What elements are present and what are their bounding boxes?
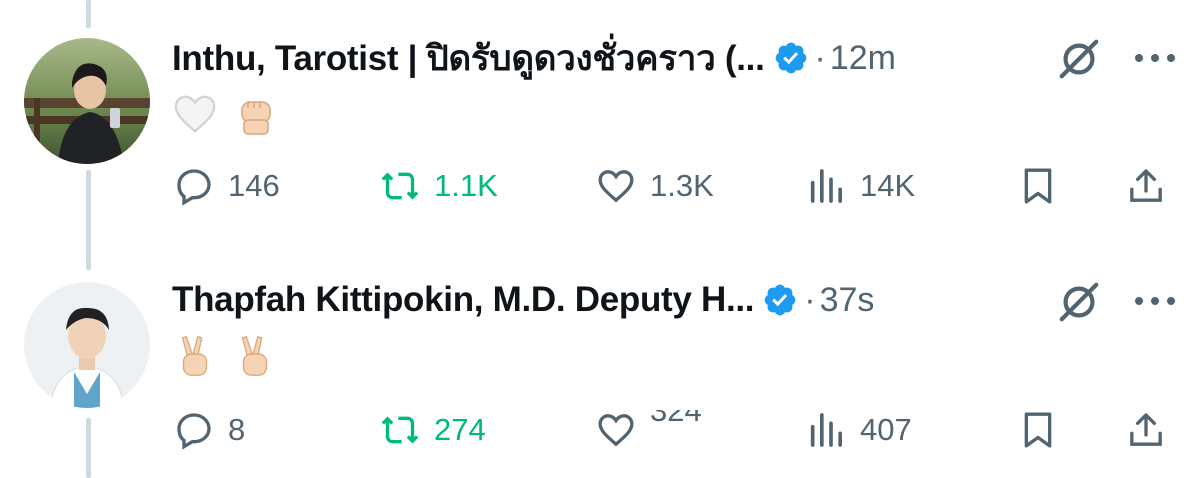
verified-badge-icon <box>764 284 796 316</box>
timestamp[interactable]: 12m <box>830 39 896 78</box>
raised-fist-emoji <box>241 101 271 135</box>
repost-button[interactable]: 274 <box>380 400 486 460</box>
reply-count: 8 <box>228 412 246 447</box>
post[interactable]: Inthu, Tarotist | ปิดรับดูดวงชั่วคราว (.… <box>0 0 1200 230</box>
separator: · <box>814 38 826 77</box>
bookmark-icon <box>1024 168 1052 204</box>
reply-count: 146 <box>228 168 280 203</box>
bookmark-button[interactable] <box>1018 156 1058 216</box>
avatar[interactable] <box>24 282 150 408</box>
repost-icon <box>381 172 419 200</box>
repost-icon <box>381 416 419 444</box>
verified-badge-icon <box>775 42 806 74</box>
grok-icon[interactable] <box>1056 36 1102 82</box>
share-button[interactable] <box>1126 156 1166 216</box>
reply-icon <box>177 413 211 450</box>
views-icon <box>810 413 842 447</box>
share-button[interactable] <box>1126 400 1166 460</box>
share-icon <box>1130 169 1162 202</box>
grok-icon[interactable] <box>1056 279 1102 325</box>
reply-button[interactable]: 8 <box>174 400 245 460</box>
post-emojis <box>172 333 278 379</box>
more-icon[interactable] <box>1130 291 1180 311</box>
post-header: Inthu, Tarotist | ปิดรับดูดวงชั่วคราว (.… <box>172 33 896 83</box>
like-button[interactable]: 1.3K <box>596 156 714 216</box>
like-count-value: 324 <box>650 410 702 428</box>
views-button[interactable]: 407 <box>806 400 912 460</box>
post[interactable]: Thapfah Kittipokin, M.D. Deputy H... · 3… <box>0 245 1200 475</box>
views-count: 407 <box>860 412 912 447</box>
views-button[interactable]: 14K <box>806 156 915 216</box>
like-icon <box>598 170 634 203</box>
victory-hand-emoji <box>181 336 208 376</box>
views-icon <box>810 169 842 203</box>
avatar[interactable] <box>24 38 150 164</box>
bookmark-button[interactable] <box>1018 400 1058 460</box>
like-button[interactable]: 324 <box>596 400 702 460</box>
bookmark-icon <box>1024 412 1052 448</box>
separator: · <box>804 280 816 319</box>
author-name[interactable]: Inthu, Tarotist | ปิดรับดูดวงชั่วคราว (.… <box>172 31 765 86</box>
more-icon[interactable] <box>1130 48 1180 68</box>
timestamp[interactable]: 37s <box>820 281 875 320</box>
post-emojis <box>172 90 280 138</box>
author-name[interactable]: Thapfah Kittipokin, M.D. Deputy H... <box>172 280 755 320</box>
post-header: Thapfah Kittipokin, M.D. Deputy H... · 3… <box>172 275 874 325</box>
like-count: 324 <box>650 410 702 450</box>
repost-count: 274 <box>434 412 486 447</box>
share-icon <box>1130 413 1162 446</box>
post-actions: 146 1.1K 1.3K 14K <box>0 156 1200 216</box>
white-heart-emoji <box>174 95 216 133</box>
victory-hand-emoji <box>241 336 268 376</box>
reply-icon <box>177 169 211 206</box>
like-count: 1.3K <box>650 168 714 203</box>
repost-button[interactable]: 1.1K <box>380 156 498 216</box>
repost-count: 1.1K <box>434 168 498 203</box>
reply-button[interactable]: 146 <box>174 156 280 216</box>
views-count: 14K <box>860 168 916 203</box>
like-icon <box>598 414 634 447</box>
post-actions: 8 274 324 407 <box>0 400 1200 460</box>
